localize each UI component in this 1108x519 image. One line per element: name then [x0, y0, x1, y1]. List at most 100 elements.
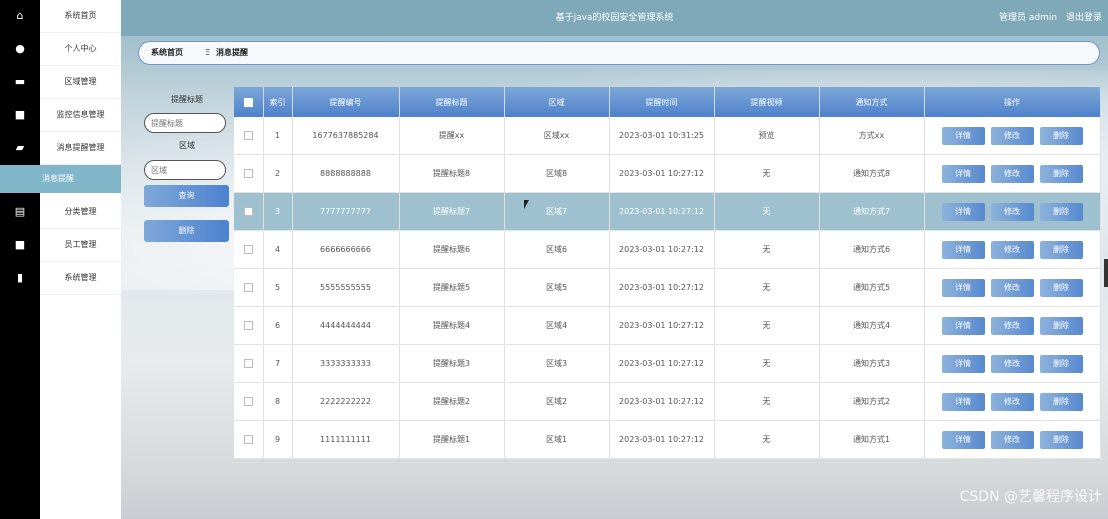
row-checkbox[interactable]: [243, 169, 253, 178]
delete-button[interactable]: 删除: [1039, 164, 1083, 183]
area-filter-input[interactable]: [144, 160, 226, 180]
main-content: 基于java的校园安全管理系统 管理员 admin 退出登录 系统首页 Ξ 消息…: [121, 0, 1108, 519]
sidebar-item-home[interactable]: 系统首页: [40, 0, 121, 33]
logout-link[interactable]: 退出登录: [1066, 13, 1102, 23]
delete-button[interactable]: 删除: [1039, 278, 1083, 297]
delete-button[interactable]: 删除: [1039, 126, 1083, 145]
row-checkbox[interactable]: [243, 435, 253, 444]
column-header: 提醒时间: [609, 87, 715, 117]
app-title: 基于java的校园安全管理系统: [555, 13, 674, 23]
column-header: 提醒编号: [292, 87, 400, 117]
table-row[interactable]: 7 3333333333 提醒标题3 区域3 2023-03-01 10:27:12 无通…: [234, 344, 1101, 383]
cell-time: 2023-03-01 10:27:12: [609, 420, 715, 459]
table-row[interactable]: 8 2222222222 提醒标题2 区域2 2023-03-01 10:27:12 无通…: [234, 382, 1101, 421]
cell-reminder-no: 5555555555: [292, 268, 400, 307]
delete-button[interactable]: 删除: [1039, 430, 1083, 449]
sidebar-item-monitor[interactable]: 监控信息管理: [40, 99, 121, 132]
grid-icon[interactable]: ■: [0, 99, 40, 131]
grid-icon[interactable]: ■: [0, 229, 40, 261]
delete-button[interactable]: 删除: [1039, 354, 1083, 373]
cell-notify: 通知方式2: [819, 382, 925, 421]
ticket-icon[interactable]: ▬: [0, 66, 40, 98]
row-checkbox-cell: [234, 344, 264, 383]
delete-button[interactable]: 删除: [1039, 202, 1083, 221]
detail-button[interactable]: 详情: [941, 430, 985, 449]
cell-reminder-no: 6666666666: [292, 230, 400, 269]
home-icon[interactable]: ⌂: [0, 0, 40, 32]
table-row[interactable]: 3 7777777777 提醒标题7 区域7 2023-03-01 10:27:12 无通…: [234, 192, 1101, 231]
cell-actions: 详情 修改 删除: [924, 154, 1101, 193]
row-checkbox-cell: [234, 192, 264, 231]
detail-button[interactable]: 详情: [941, 354, 985, 373]
cell-area: 区域8: [504, 154, 610, 193]
cell-area: 区域xx: [504, 117, 610, 155]
sidebar-item-messages[interactable]: 消息提醒管理: [40, 132, 121, 165]
calendar-icon[interactable]: ▤: [0, 196, 40, 228]
delete-button[interactable]: 删除: [1039, 392, 1083, 411]
select-all-checkbox[interactable]: [243, 97, 253, 107]
cell-notify: 方式xx: [819, 117, 925, 155]
cell-reminder-title: 提醒标题8: [399, 154, 505, 193]
cell-actions: 详情 修改 删除: [924, 382, 1101, 421]
cell-reminder-no: 2222222222: [292, 382, 400, 421]
detail-button[interactable]: 详情: [941, 240, 985, 259]
edit-button[interactable]: 修改: [990, 164, 1034, 183]
table-row[interactable]: 4 6666666666 提醒标题6 区域6 2023-03-01 10:27:12 无通…: [234, 230, 1101, 269]
row-checkbox[interactable]: [243, 397, 253, 406]
row-checkbox[interactable]: [243, 359, 253, 368]
table-row[interactable]: 2 8888888888 提醒标题8 区域8 2023-03-01 10:27:12 无通…: [234, 154, 1101, 193]
edit-button[interactable]: 修改: [990, 126, 1034, 145]
cell-video: 无: [714, 420, 820, 459]
search-button[interactable]: 查询: [144, 185, 229, 207]
edit-button[interactable]: 修改: [990, 278, 1034, 297]
scrollbar-handle[interactable]: [1104, 259, 1108, 287]
cell-actions: 详情 修改 删除: [924, 306, 1101, 345]
table-header-row: 索引 提醒编号 提醒标题 区域 提醒时间 提醒视频 通知方式 操作: [234, 87, 1101, 117]
table-row[interactable]: 6 4444444444 提醒标题4 区域4 2023-03-01 10:27:12 无通…: [234, 306, 1101, 345]
column-header: 区域: [504, 87, 610, 117]
cell-video[interactable]: 预览: [714, 117, 820, 155]
delete-button[interactable]: 删除: [1039, 316, 1083, 335]
cell-reminder-no: 8888888888: [292, 154, 400, 193]
detail-button[interactable]: 详情: [941, 278, 985, 297]
detail-button[interactable]: 详情: [941, 202, 985, 221]
column-header: 操作: [924, 87, 1101, 117]
sidebar-item-system[interactable]: 系统管理: [40, 262, 121, 295]
table-row[interactable]: 1 1677637885284 提醒xx 区域xx 2023-03-01 10:31:2…: [234, 117, 1101, 155]
edit-button[interactable]: 修改: [990, 240, 1034, 259]
table-row[interactable]: 5 5555555555 提醒标题5 区域5 2023-03-01 10:27:12 无通…: [234, 268, 1101, 307]
row-checkbox[interactable]: [243, 283, 253, 292]
user-area: 管理员 admin 退出登录: [993, 0, 1102, 36]
breadcrumb-current: 消息提醒: [216, 48, 248, 57]
edit-button[interactable]: 修改: [990, 392, 1034, 411]
edit-button[interactable]: 修改: [990, 354, 1034, 373]
batch-delete-button[interactable]: 删除: [144, 220, 229, 242]
cell-area: 区域2: [504, 382, 610, 421]
sidebar-item-area[interactable]: 区域管理: [40, 66, 121, 99]
briefcase-icon[interactable]: ▰: [0, 132, 40, 164]
breadcrumb-home[interactable]: 系统首页: [151, 42, 183, 64]
row-checkbox-cell: [234, 154, 264, 193]
row-checkbox[interactable]: [243, 321, 253, 330]
detail-button[interactable]: 详情: [941, 316, 985, 335]
sidebar-subitem-reminder[interactable]: 消息提醒: [0, 165, 121, 193]
detail-button[interactable]: 详情: [941, 126, 985, 145]
sidebar-item-staff[interactable]: 员工管理: [40, 229, 121, 262]
delete-button[interactable]: 删除: [1039, 240, 1083, 259]
row-checkbox[interactable]: [243, 207, 253, 216]
table-row[interactable]: 9 1111111111 提醒标题1 区域1 2023-03-01 10:27:12 无通…: [234, 420, 1101, 459]
row-checkbox-cell: [234, 382, 264, 421]
cell-actions: 详情 修改 删除: [924, 230, 1101, 269]
bar-chart-icon[interactable]: ▮: [0, 262, 40, 294]
detail-button[interactable]: 详情: [941, 392, 985, 411]
detail-button[interactable]: 详情: [941, 164, 985, 183]
edit-button[interactable]: 修改: [990, 316, 1034, 335]
row-checkbox[interactable]: [243, 131, 253, 140]
title-filter-input[interactable]: [144, 113, 226, 133]
edit-button[interactable]: 修改: [990, 202, 1034, 221]
row-checkbox[interactable]: [243, 245, 253, 254]
sidebar-item-category[interactable]: 分类管理: [40, 196, 121, 229]
user-icon[interactable]: ●: [0, 33, 40, 65]
sidebar-item-profile[interactable]: 个人中心: [40, 33, 121, 66]
edit-button[interactable]: 修改: [990, 430, 1034, 449]
